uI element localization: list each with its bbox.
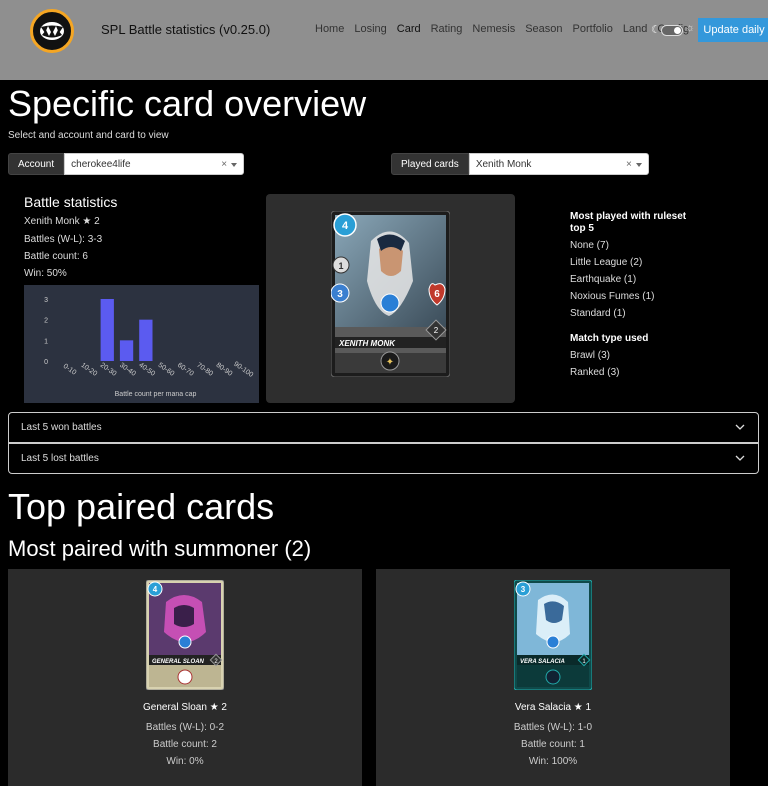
x-tick-label: 80-90 xyxy=(215,362,234,378)
nav-season[interactable]: Season xyxy=(520,23,567,35)
paired-card-win: Win: 100% xyxy=(528,756,578,767)
x-tick-label: 10-20 xyxy=(79,362,98,378)
account-value: cherokee4life xyxy=(71,159,131,170)
update-daily-button[interactable]: Update daily xyxy=(698,18,768,42)
battle-stats-battles: Battles (W-L): 3-3 xyxy=(24,234,103,245)
summoner-paired-title: Most paired with summoner (2) xyxy=(8,536,312,561)
card-mana-text: 4 xyxy=(342,220,349,232)
last-lost-battles-label: Last 5 lost battles xyxy=(21,453,99,464)
nav-nemesis[interactable]: Nemesis xyxy=(467,23,520,35)
last-won-battles-accordion[interactable]: Last 5 won battles xyxy=(8,412,759,443)
x-tick-label: 50-60 xyxy=(157,362,176,378)
x-axis-label: Battle count per mana cap xyxy=(115,391,197,398)
account-selector: Account cherokee4life × xyxy=(8,153,245,176)
monster-mouth-icon xyxy=(40,22,64,40)
paired-card-name: Vera Salacia ★ 1 xyxy=(514,702,592,713)
played-cards-selector: Played cards Xenith Monk × xyxy=(391,153,649,175)
general-sloan-mana: 4 xyxy=(153,585,158,594)
last-lost-battles-accordion[interactable]: Last 5 lost battles xyxy=(8,443,759,474)
x-tick-label: 30-40 xyxy=(118,362,137,378)
account-select[interactable]: cherokee4life × xyxy=(64,153,245,176)
vera-salacia-mana: 3 xyxy=(521,585,526,594)
y-tick-label: 2 xyxy=(44,318,48,325)
ruleset-item: Earthquake (1) xyxy=(570,274,637,285)
nav-home[interactable]: Home xyxy=(310,23,349,35)
account-clear-icon[interactable]: × xyxy=(221,154,227,176)
played-cards-clear-icon[interactable]: × xyxy=(626,154,632,176)
match-type-item: Ranked (3) xyxy=(570,367,620,378)
x-tick-label: 70-80 xyxy=(195,362,214,378)
paired-card-name: General Sloan ★ 2 xyxy=(142,702,227,713)
app-logo[interactable] xyxy=(30,9,74,53)
ruleset-item: None (7) xyxy=(570,240,609,251)
xenith-monk-card-image: XENITH MONK ✦ 4 1 3 6 2 xyxy=(331,211,450,377)
x-tick-label: 40-50 xyxy=(137,362,156,378)
battle-stats-title: Battle statistics xyxy=(24,194,118,210)
vera-salacia-card-label: VERA SALACIA xyxy=(520,659,565,665)
battle-stats-count: Battle count: 6 xyxy=(24,251,88,262)
paired-card-general-sloan: GENERAL SLOAN 4 2 General Sloan ★ 2 Batt… xyxy=(8,569,362,786)
paired-card-count: Battle count: 2 xyxy=(153,739,217,750)
card-name-text: XENITH MONK xyxy=(338,339,396,348)
ruleset-item: Standard (1) xyxy=(570,308,626,319)
nav-land[interactable]: Land xyxy=(618,23,652,35)
match-type-item: Brawl (3) xyxy=(570,350,611,361)
paired-card-count: Battle count: 1 xyxy=(521,739,585,750)
played-cards-value: Xenith Monk xyxy=(475,159,532,170)
played-cards-chevron-down-icon[interactable] xyxy=(635,163,642,167)
main-nav: Home Losing Card Rating Nemesis Season P… xyxy=(310,23,694,35)
account-label: Account xyxy=(8,153,65,175)
card-speed-text: 3 xyxy=(337,289,343,300)
mana-cap-chart: 0 1 2 3 0-10 10-20 20-30 30-40 40-50 50-60 60-70 70… xyxy=(24,285,259,403)
nav-card[interactable]: Card xyxy=(392,23,426,35)
card-attack-text: 1 xyxy=(338,261,343,271)
paired-card-battles: Battles (W-L): 0-2 xyxy=(145,722,225,733)
paired-card-vera-salacia: VERA SALACIA 3 1 Vera Salacia ★ 1 Battle… xyxy=(376,569,730,786)
bar-20-30 xyxy=(100,299,114,361)
general-sloan-card-image: GENERAL SLOAN 4 2 xyxy=(146,580,224,690)
sun-icon: ☼ xyxy=(685,22,696,34)
played-cards-select[interactable]: Xenith Monk × xyxy=(468,153,649,176)
ruleset-item: Little League (2) xyxy=(570,257,643,268)
chevron-down-icon[interactable] xyxy=(734,452,746,464)
y-tick-label: 3 xyxy=(44,297,48,304)
ruleset-title: Most played with ruleset top 5 xyxy=(570,211,687,234)
x-tick-label: 0-10 xyxy=(62,363,78,377)
paired-card-win: Win: 0% xyxy=(166,756,204,767)
card-panel: XENITH MONK ✦ 4 1 3 6 2 xyxy=(266,194,515,403)
battle-stats-card-name: Xenith Monk ★ 2 xyxy=(24,216,100,227)
bar-40-50 xyxy=(139,319,153,361)
nav-portfolio[interactable]: Portfolio xyxy=(568,23,618,35)
battle-stats-win: Win: 50% xyxy=(24,268,67,279)
y-tick-label: 0 xyxy=(44,359,48,366)
general-sloan-card-label: GENERAL SLOAN xyxy=(152,659,205,665)
x-tick-label: 20-30 xyxy=(99,362,118,378)
moon-icon: ☾ xyxy=(651,24,661,36)
theme-switch[interactable] xyxy=(661,25,683,36)
svg-text:✦: ✦ xyxy=(386,357,394,368)
paired-card-battles: Battles (W-L): 1-0 xyxy=(513,722,593,733)
y-tick-label: 1 xyxy=(44,338,48,345)
ruleset-item: Noxious Fumes (1) xyxy=(570,291,655,302)
brand-title: SPL Battle statistics (v0.25.0) xyxy=(101,22,271,37)
vera-salacia-card-image: VERA SALACIA 3 1 xyxy=(514,580,592,690)
card-level-text: 2 xyxy=(434,326,439,335)
x-tick-label: 60-70 xyxy=(176,362,195,378)
account-chevron-down-icon[interactable] xyxy=(231,163,238,167)
page-subtitle: Select and account and card to view xyxy=(8,130,169,141)
chevron-down-icon[interactable] xyxy=(734,421,746,433)
x-tick-label: 90-100 xyxy=(232,361,254,379)
navbar: SPL Battle statistics (v0.25.0) Home Los… xyxy=(0,0,768,80)
nav-losing[interactable]: Losing xyxy=(349,23,391,35)
last-won-battles-label: Last 5 won battles xyxy=(21,422,102,433)
match-type-title: Match type used xyxy=(570,333,649,344)
page-title: Specific card overview xyxy=(8,83,367,124)
played-cards-label: Played cards xyxy=(391,153,469,175)
bar-30-40 xyxy=(119,340,134,361)
card-health-text: 6 xyxy=(434,289,440,300)
top-paired-title: Top paired cards xyxy=(8,486,275,527)
nav-rating[interactable]: Rating xyxy=(426,23,468,35)
theme-toggle[interactable]: ☾ ☼ xyxy=(651,22,697,38)
mana-cap-chart-svg: 0 1 2 3 0-10 10-20 20-30 30-40 40-50 50-60 60-70 70… xyxy=(44,297,254,398)
